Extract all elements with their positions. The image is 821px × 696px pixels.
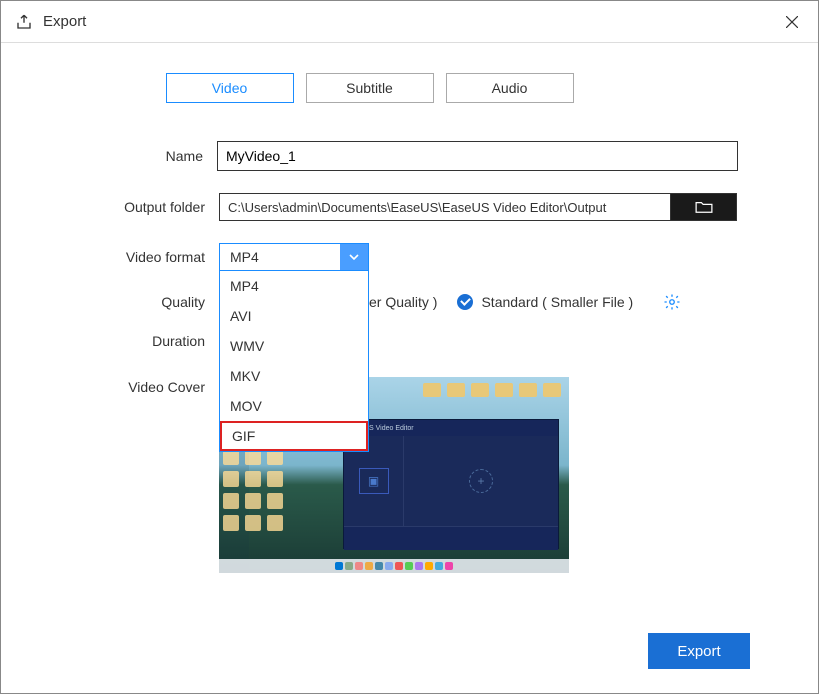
video-format-select[interactable]: MP4 bbox=[219, 243, 369, 271]
row-video-format: Video format MP4 MP4 AVI WMV MKV MOV bbox=[1, 243, 738, 271]
label-output-folder: Output folder bbox=[1, 199, 219, 215]
close-icon bbox=[786, 16, 798, 28]
label-video-cover: Video Cover bbox=[1, 377, 219, 395]
quality-standard-label: Standard ( Smaller File ) bbox=[481, 294, 633, 310]
export-button[interactable]: Export bbox=[648, 633, 750, 669]
video-format-dropdown: MP4 AVI WMV MKV MOV GIF bbox=[219, 271, 369, 452]
output-folder-path[interactable]: C:\Users\admin\Documents\EaseUS\EaseUS V… bbox=[219, 193, 670, 221]
label-name: Name bbox=[1, 148, 217, 164]
format-option-mov[interactable]: MOV bbox=[220, 391, 368, 421]
chevron-down-icon bbox=[340, 244, 368, 270]
radio-standard bbox=[457, 294, 473, 310]
label-quality: Quality bbox=[1, 294, 219, 310]
plus-icon: + bbox=[469, 469, 493, 493]
name-input[interactable] bbox=[217, 141, 738, 171]
label-duration: Duration bbox=[1, 333, 219, 349]
tabs: Video Subtitle Audio bbox=[1, 73, 738, 103]
format-option-mp4[interactable]: MP4 bbox=[220, 271, 368, 301]
app-window: EaseUS Video Editor ▣ + bbox=[343, 419, 559, 549]
app-window-title: EaseUS Video Editor bbox=[344, 420, 558, 436]
tab-audio[interactable]: Audio bbox=[446, 73, 574, 103]
dialog-content: Video Subtitle Audio Name Output folder … bbox=[1, 43, 818, 573]
browse-button[interactable] bbox=[670, 193, 737, 221]
desktop-top-folders bbox=[423, 383, 561, 397]
row-video-cover: Video Cover E bbox=[1, 377, 738, 573]
taskbar bbox=[219, 559, 569, 573]
format-option-gif[interactable]: GIF bbox=[220, 421, 368, 451]
tab-subtitle[interactable]: Subtitle bbox=[306, 73, 434, 103]
quality-high-partial: er Quality ) bbox=[369, 294, 437, 310]
export-dialog: Export Video Subtitle Audio Name Output … bbox=[0, 0, 819, 694]
row-duration: Duration bbox=[1, 333, 738, 349]
quality-option-standard[interactable]: Standard ( Smaller File ) bbox=[457, 294, 633, 310]
titlebar: Export bbox=[1, 1, 818, 43]
row-name: Name bbox=[1, 141, 738, 171]
row-quality: Quality er Quality ) Standard ( Smaller … bbox=[1, 293, 738, 311]
close-button[interactable] bbox=[780, 10, 804, 34]
format-option-wmv[interactable]: WMV bbox=[220, 331, 368, 361]
row-output-folder: Output folder C:\Users\admin\Documents\E… bbox=[1, 193, 738, 221]
import-button-icon: ▣ bbox=[359, 468, 389, 494]
label-video-format: Video format bbox=[1, 249, 219, 265]
folder-icon bbox=[695, 200, 713, 214]
format-option-avi[interactable]: AVI bbox=[220, 301, 368, 331]
export-icon bbox=[15, 13, 33, 31]
dialog-title: Export bbox=[43, 13, 780, 30]
gear-icon[interactable] bbox=[663, 293, 681, 311]
format-option-mkv[interactable]: MKV bbox=[220, 361, 368, 391]
video-format-selected: MP4 bbox=[220, 249, 340, 265]
tab-video[interactable]: Video bbox=[166, 73, 294, 103]
